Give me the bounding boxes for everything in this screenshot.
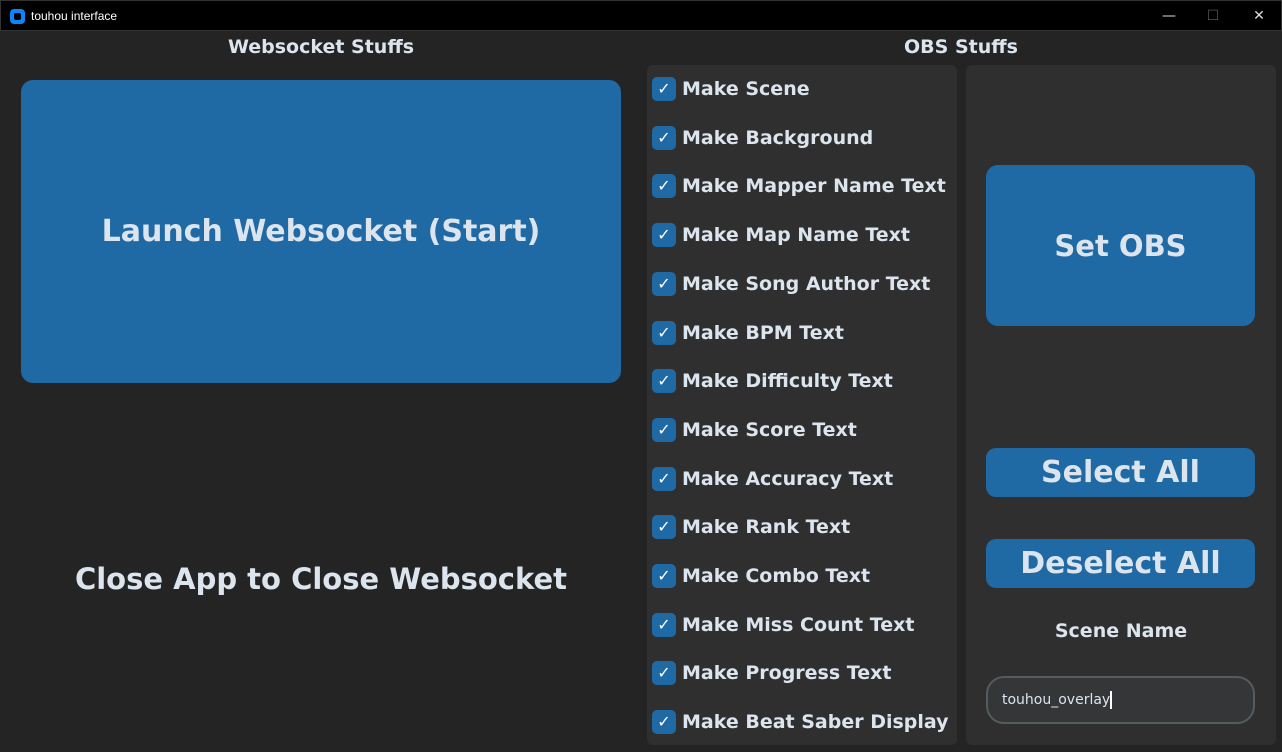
checkbox-make-mapper-name-text[interactable]: ✓ Make Mapper Name Text	[652, 173, 946, 199]
checkbox-make-scene[interactable]: ✓ Make Scene	[652, 76, 810, 102]
checkmark-icon[interactable]: ✓	[652, 125, 676, 150]
checkbox-make-beat-saber-display[interactable]: ✓ Make Beat Saber Display	[652, 709, 949, 735]
scene-name-input[interactable]: touhou_overlay	[986, 676, 1255, 724]
obs-actions-panel: Set OBS Select All Deselect All Scene Na…	[966, 65, 1276, 745]
checkmark-icon[interactable]: ✓	[652, 77, 676, 101]
checkmark-icon[interactable]: ✓	[652, 417, 676, 442]
checkbox-label: Make Mapper Name Text	[682, 175, 946, 198]
checkmark-icon[interactable]: ✓	[652, 661, 676, 686]
checkbox-make-accuracy-text[interactable]: ✓ Make Accuracy Text	[652, 466, 893, 492]
title-bar: touhou interface — ☐ ✕	[0, 0, 1282, 31]
websocket-heading: Websocket Stuffs	[227, 36, 415, 58]
text-caret	[1110, 691, 1113, 709]
select-all-button[interactable]: Select All	[986, 448, 1255, 497]
set-obs-button[interactable]: Set OBS	[986, 165, 1255, 326]
checkbox-make-combo-text[interactable]: ✓ Make Combo Text	[652, 563, 870, 589]
minimize-button[interactable]: —	[1146, 5, 1192, 27]
checkbox-label: Make Accuracy Text	[682, 467, 894, 490]
checkmark-icon[interactable]: ✓	[652, 223, 676, 248]
checkbox-label: Make Score Text	[682, 418, 857, 441]
checkbox-label: Make Beat Saber Display	[682, 711, 949, 734]
checkbox-make-score-text[interactable]: ✓ Make Score Text	[652, 417, 857, 443]
obs-heading: OBS Stuffs	[904, 36, 1018, 58]
checkbox-panel: ✓ Make Scene ✓ Make Background ✓ Make Mapper …	[647, 65, 957, 745]
checkmark-icon[interactable]: ✓	[652, 369, 676, 394]
checkbox-make-song-author-text[interactable]: ✓ Make Song Author Text	[652, 271, 930, 297]
checkbox-label: Make Miss Count Text	[682, 613, 915, 636]
checkbox-make-miss-count-text[interactable]: ✓ Make Miss Count Text	[652, 612, 914, 638]
checkbox-label: Make Song Author Text	[682, 272, 931, 295]
maximize-button[interactable]: ☐	[1190, 5, 1236, 27]
app-icon	[10, 9, 25, 24]
checkbox-label: Make Background	[682, 126, 874, 149]
checkmark-icon[interactable]: ✓	[652, 564, 676, 588]
close-websocket-note: Close App to Close Websocket	[74, 562, 568, 596]
checkmark-icon[interactable]: ✓	[652, 320, 676, 345]
window-title: touhou interface	[31, 9, 118, 23]
checkmark-icon[interactable]: ✓	[652, 271, 676, 296]
checkbox-label: Make BPM Text	[682, 321, 844, 344]
checkbox-make-rank-text[interactable]: ✓ Make Rank Text	[652, 514, 850, 540]
checkbox-make-map-name-text[interactable]: ✓ Make Map Name Text	[652, 222, 910, 248]
checkmark-icon[interactable]: ✓	[652, 515, 676, 540]
checkmark-icon[interactable]: ✓	[652, 466, 676, 491]
scene-name-label: Scene Name	[1054, 620, 1188, 642]
checkbox-label: Make Map Name Text	[682, 224, 910, 247]
checkmark-icon[interactable]: ✓	[652, 710, 676, 735]
launch-websocket-button[interactable]: Launch Websocket (Start)	[21, 80, 621, 383]
checkmark-icon[interactable]: ✓	[652, 174, 676, 199]
close-button[interactable]: ✕	[1236, 5, 1282, 27]
checkbox-label: Make Difficulty Text	[682, 370, 893, 393]
checkbox-make-background[interactable]: ✓ Make Background	[652, 125, 873, 151]
checkbox-make-bpm-text[interactable]: ✓ Make BPM Text	[652, 320, 844, 346]
checkbox-label: Make Scene	[682, 78, 810, 100]
checkmark-icon[interactable]: ✓	[652, 612, 676, 637]
checkbox-label: Make Combo Text	[682, 565, 871, 587]
checkbox-label: Make Rank Text	[682, 516, 851, 539]
checkbox-label: Make Progress Text	[682, 662, 892, 685]
scene-name-value: touhou_overlay	[1002, 692, 1111, 708]
checkbox-make-difficulty-text[interactable]: ✓ Make Difficulty Text	[652, 368, 893, 394]
checkbox-make-progress-text[interactable]: ✓ Make Progress Text	[652, 660, 891, 686]
deselect-all-button[interactable]: Deselect All	[986, 539, 1255, 588]
